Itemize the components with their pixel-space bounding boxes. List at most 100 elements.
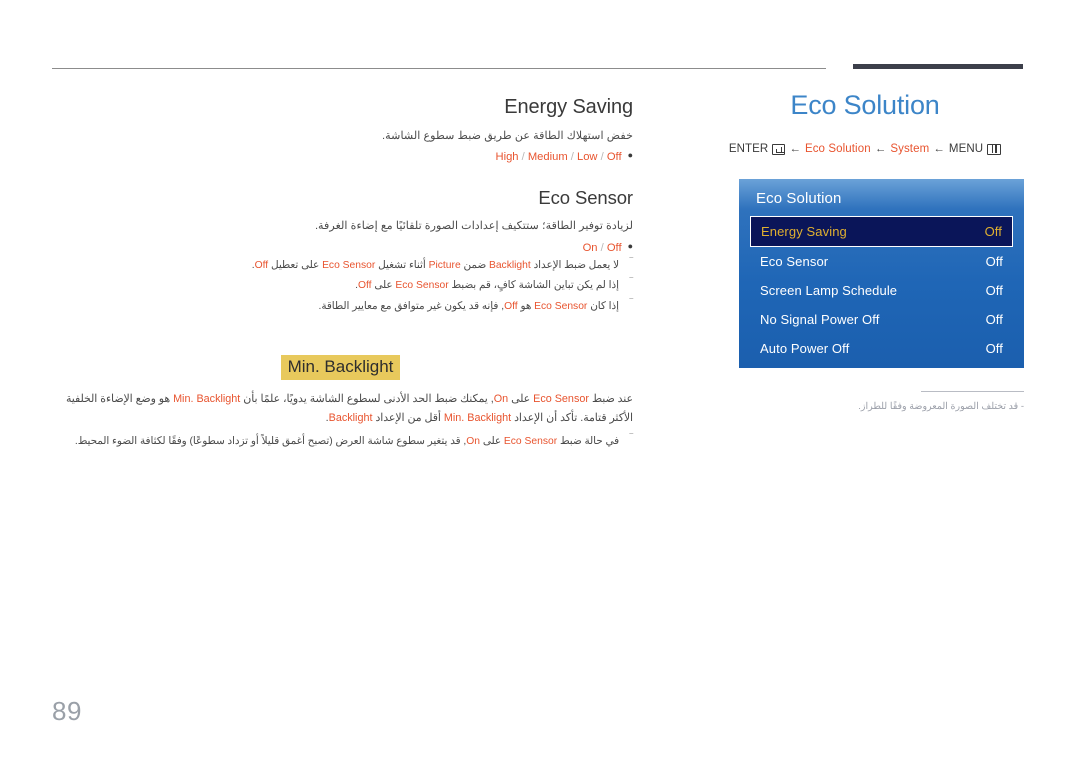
inline-term: Picture xyxy=(428,259,461,271)
note-line: ‾ إذا لم يكن تباين الشاشة كافٍ، قم بضبط E… xyxy=(48,277,633,294)
inline-text: هو xyxy=(517,300,535,312)
inline-term: Backlight xyxy=(488,259,531,271)
note-line: ‾ لا يعمل ضبط الإعداد Backlight ضمن Pictu… xyxy=(48,256,633,274)
min-backlight-body: عند ضبط Eco Sensor على On, يمكنك ضبط الح… xyxy=(48,390,633,427)
inline-term: Min. Backlight xyxy=(443,411,512,424)
option-low: Low xyxy=(576,151,598,164)
inline-term: Backlight xyxy=(328,411,373,424)
osd-row-value: Off xyxy=(985,341,1003,356)
osd-row-screen-lamp-schedule[interactable]: Screen Lamp Schedule Off xyxy=(750,276,1013,305)
osd-row-label: Eco Sensor xyxy=(760,254,829,269)
inline-text: أقل من الإعداد xyxy=(372,411,444,424)
option-medium: Medium xyxy=(527,151,568,164)
breadcrumb-item-eco-solution[interactable]: Eco Solution xyxy=(805,143,871,155)
inline-text: إذا كان xyxy=(587,300,619,312)
inline-term: Off xyxy=(504,300,518,312)
inline-text: إذا لم يكن تباين الشاشة كافٍ، قم بضبط xyxy=(448,280,620,292)
osd-row-energy-saving[interactable]: Energy Saving Off xyxy=(750,216,1013,247)
inline-text: على xyxy=(508,393,534,406)
eco-sensor-notes: ‾ لا يعمل ضبط الإعداد Backlight ضمن Pictu… xyxy=(48,256,633,315)
inline-text: عند ضبط xyxy=(588,393,633,406)
option-separator: / xyxy=(518,151,528,164)
inline-term: Min. Backlight xyxy=(173,393,241,406)
option-high: High xyxy=(495,151,519,164)
energy-saving-heading: Energy Saving xyxy=(504,96,633,118)
inline-term: On xyxy=(493,393,509,406)
inline-text: على xyxy=(371,280,396,292)
inline-term: Eco Sensor xyxy=(395,280,449,292)
option-separator: / xyxy=(597,241,607,254)
osd-note-divider xyxy=(921,391,1024,392)
osd-row-label: No Signal Power Off xyxy=(760,312,880,327)
bullet-icon: ● xyxy=(627,240,633,251)
inline-text: على xyxy=(480,436,504,448)
inline-text: , فإنه قد يكون غير متوافق مع معايير الطا… xyxy=(318,300,505,312)
breadcrumb-item-system[interactable]: System xyxy=(890,143,929,155)
osd-row-auto-power-off[interactable]: Auto Power Off Off xyxy=(750,334,1013,363)
osd-row-value: Off xyxy=(985,283,1003,298)
page-title: Eco Solution xyxy=(790,90,940,120)
inline-text: , قد يتغير سطوع شاشة العرض (تصبح أغمق قل… xyxy=(74,436,467,448)
note-dash-icon: ‾ xyxy=(629,256,633,268)
energy-saving-option-list: High / Medium / Low / Off xyxy=(496,151,622,163)
osd-row-value: Off xyxy=(985,254,1003,269)
osd-row-label: Auto Power Off xyxy=(760,341,850,356)
osd-menu-list: Energy Saving Off Eco Sensor Off Screen Lamp… xyxy=(739,216,1024,363)
option-on: On xyxy=(582,241,598,254)
section-min-backlight: Min. Backlight عند ضبط Eco Sensor على On… xyxy=(48,333,633,451)
note-dash-icon: ‾ xyxy=(629,277,633,289)
energy-saving-description: خفض استهلاك الطاقة عن طريق ضبط سطوع الشا… xyxy=(382,130,633,142)
section-eco-sensor: Eco Sensor لزيادة توفير الطاقة؛ ستتكيف إ… xyxy=(48,187,633,315)
eco-sensor-option-list: On / Off xyxy=(583,242,622,254)
enter-icon xyxy=(772,143,786,155)
breadcrumb-arrow-3: ← xyxy=(933,143,945,155)
breadcrumb-enter-label: ENTER xyxy=(728,143,769,155)
inline-term: Eco Sensor xyxy=(322,259,376,271)
option-off: Off xyxy=(606,151,622,164)
note-dash-icon: ‾ xyxy=(629,433,633,445)
inline-text: ضمن xyxy=(460,259,489,271)
option-separator: / xyxy=(567,151,577,164)
breadcrumb-arrow-1: ← xyxy=(789,143,801,155)
osd-row-value: Off xyxy=(985,312,1003,327)
page-header: Eco Solution ENTER ← Eco Solution ← Syst… xyxy=(700,90,1030,155)
breadcrumb-item-menu[interactable]: MENU xyxy=(949,143,983,155)
inline-text: لا يعمل ضبط الإعداد xyxy=(530,259,619,271)
osd-row-label: Screen Lamp Schedule xyxy=(760,283,898,298)
osd-row-no-signal-power-off[interactable]: No Signal Power Off Off xyxy=(750,305,1013,334)
page-number: 89 xyxy=(52,696,82,726)
osd-panel: Eco Solution Energy Saving Off Eco Sensor O… xyxy=(739,179,1024,368)
inline-term: Off xyxy=(358,280,372,292)
manual-page: Eco Solution ENTER ← Eco Solution ← Syst… xyxy=(0,0,1080,763)
inline-term: On xyxy=(466,436,481,448)
inline-text: أثناء تشغيل xyxy=(375,259,429,271)
note-line: ‾ إذا كان Eco Sensor هو Off, فإنه قد يكون… xyxy=(48,298,633,315)
eco-sensor-description: لزيادة توفير الطاقة؛ ستتكيف إعدادات الصو… xyxy=(314,220,633,233)
inline-term: Eco Sensor xyxy=(533,393,589,406)
inline-term: Eco Sensor xyxy=(503,436,558,448)
osd-row-label: Energy Saving xyxy=(761,224,847,239)
osd-row-value: Off xyxy=(984,224,1002,239)
inline-text: على تعطيل xyxy=(268,259,323,271)
osd-note: - قد تختلف الصورة المعروضة وفقًا للطراز. xyxy=(858,401,1024,412)
menu-icon xyxy=(987,143,1002,155)
osd-panel-title: Eco Solution xyxy=(756,190,842,207)
eco-sensor-options: ● On / Off xyxy=(48,241,633,254)
top-divider-left xyxy=(52,68,826,69)
note-line: ‾ في حالة ضبط Eco Sensor على On, قد يتغير… xyxy=(48,433,633,450)
energy-saving-options: ● High / Medium / Low / Off xyxy=(48,150,633,163)
eco-sensor-heading: Eco Sensor xyxy=(538,187,633,209)
breadcrumb: ENTER ← Eco Solution ← System ← MENU xyxy=(700,143,1030,155)
bullet-icon: ● xyxy=(627,150,633,161)
option-off: Off xyxy=(606,241,622,254)
section-energy-saving: Energy Saving خفض استهلاك الطاقة عن طريق… xyxy=(48,96,633,163)
top-accent-bar xyxy=(853,64,1023,69)
inline-text: , يمكنك ضبط الحد الأدنى لسطوع الشاشة يدو… xyxy=(240,393,494,406)
option-separator: / xyxy=(597,151,607,164)
osd-row-eco-sensor[interactable]: Eco Sensor Off xyxy=(750,247,1013,276)
min-backlight-heading: Min. Backlight xyxy=(280,355,401,381)
inline-term: Off xyxy=(254,259,269,271)
breadcrumb-arrow-2: ← xyxy=(874,143,887,155)
inline-text: في حالة ضبط xyxy=(557,436,619,448)
min-backlight-note: ‾ في حالة ضبط Eco Sensor على On, قد يتغير… xyxy=(48,433,633,450)
